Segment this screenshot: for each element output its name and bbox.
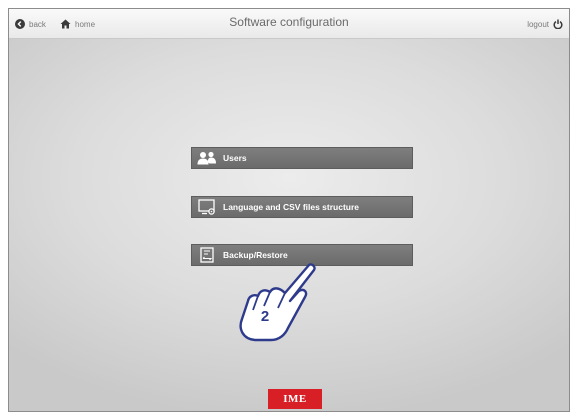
ime-logo: IME bbox=[268, 389, 322, 409]
users-label: Users bbox=[223, 153, 247, 163]
users-button[interactable]: Users bbox=[191, 147, 413, 169]
page-title: Software configuration bbox=[229, 15, 349, 29]
language-settings-icon bbox=[197, 199, 217, 215]
step-number: 2 bbox=[261, 308, 269, 325]
users-icon bbox=[197, 150, 217, 166]
language-csv-button[interactable]: Language and CSV files structure bbox=[191, 196, 413, 218]
logout-button[interactable]: logout bbox=[527, 17, 563, 31]
language-csv-label: Language and CSV files structure bbox=[223, 202, 360, 212]
power-icon bbox=[553, 19, 563, 29]
app-window: back home Software configuration logout bbox=[8, 8, 570, 412]
logout-label: logout bbox=[527, 19, 549, 29]
pointing-hand-icon: 2 bbox=[239, 263, 316, 342]
backup-icon bbox=[197, 247, 217, 263]
top-navigation-bar: back home Software configuration logout bbox=[9, 9, 569, 39]
